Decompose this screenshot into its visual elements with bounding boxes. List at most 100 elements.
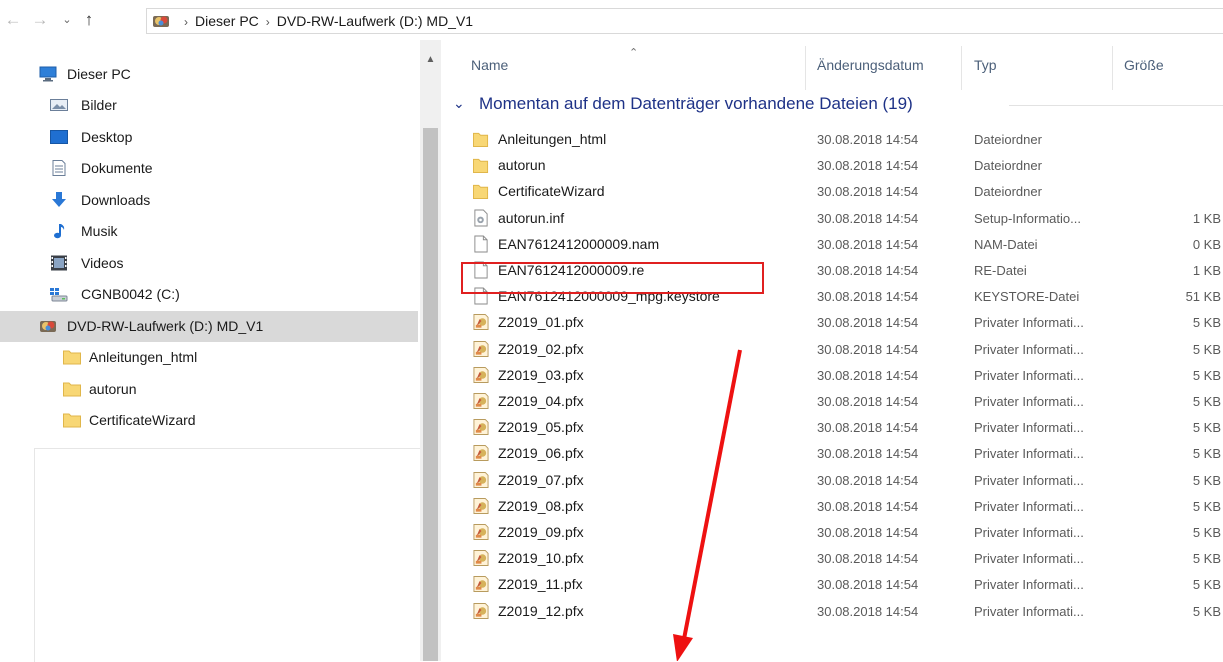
certificate-icon	[473, 314, 489, 331]
nav-item-documents[interactable]: Dokumente	[0, 153, 418, 184]
nav-item-anleitungen-html[interactable]: Anleitungen_html	[0, 342, 418, 373]
nav-item-dvd-drive[interactable]: DVD-RW-Laufwerk (D:) MD_V1	[0, 311, 418, 342]
file-row[interactable]: autorun 30.08.2018 14:54 Dateiordner	[471, 152, 1223, 178]
file-size: 5 KB	[1192, 498, 1221, 514]
nav-item-autorun[interactable]: autorun	[0, 374, 418, 405]
column-header-size[interactable]: Größe	[1113, 40, 1223, 90]
certificate-icon	[473, 471, 489, 488]
nav-item-label: Musik	[81, 223, 118, 239]
breadcrumb-separator: ›	[265, 15, 270, 29]
file-row[interactable]: Z2019_02.pfx 30.08.2018 14:54 Privater Inf…	[471, 336, 1223, 362]
file-name: Z2019_09.pfx	[498, 524, 584, 540]
certificate-icon	[473, 550, 489, 567]
file-type: Privater Informati...	[974, 603, 1084, 619]
file-type: RE-Datei	[974, 263, 1027, 278]
nav-item-music[interactable]: Musik	[0, 216, 418, 247]
file-date: 30.08.2018 14:54	[817, 603, 919, 619]
file-name: EAN7612412000009.nam	[498, 235, 660, 252]
file-date: 30.08.2018 14:54	[817, 158, 919, 174]
scroll-up-icon[interactable]: ▲	[420, 53, 441, 67]
file-row[interactable]: Z2019_05.pfx 30.08.2018 14:54 Privater Inf…	[471, 414, 1223, 440]
file-row[interactable]: Z2019_12.pfx 30.08.2018 14:54 Privater Inf…	[471, 598, 1223, 624]
breadcrumb[interactable]: › Dieser PC › DVD-RW-Laufwerk (D:) MD_V1	[146, 8, 1223, 34]
certificate-icon	[473, 419, 489, 436]
file-row[interactable]: CertificateWizard 30.08.2018 14:54 Dateior…	[471, 178, 1223, 204]
file-name: CertificateWizard	[498, 183, 605, 200]
arrow-left-icon: ←	[4, 10, 22, 29]
folder-icon	[63, 382, 81, 397]
file-row[interactable]: Z2019_04.pfx 30.08.2018 14:54 Privater Inf…	[471, 388, 1223, 414]
breadcrumb-item-this-pc[interactable]: Dieser PC	[195, 13, 259, 29]
file-size: 5 KB	[1192, 603, 1221, 619]
column-header-name[interactable]: ⌃ Name	[441, 40, 805, 90]
file-row[interactable]: Z2019_09.pfx 30.08.2018 14:54 Privater Inf…	[471, 519, 1223, 545]
file-size: 5 KB	[1192, 551, 1221, 567]
certificate-icon	[473, 524, 489, 540]
file-type: Privater Informati...	[974, 420, 1084, 436]
file-name: Z2019_07.pfx	[498, 471, 584, 488]
nav-item-this-pc[interactable]: Dieser PC	[0, 59, 418, 90]
file-name: Anleitungen_html	[498, 131, 607, 147]
nav-item-certificatewizard[interactable]: CertificateWizard	[0, 405, 418, 436]
file-row[interactable]: EAN7612412000009_mpg.keystore 30.08.2018 …	[471, 283, 1223, 309]
nav-scrollbar[interactable]: ▲	[420, 40, 441, 661]
folder-icon	[473, 159, 489, 174]
file-row[interactable]: Z2019_03.pfx 30.08.2018 14:54 Privater Inf…	[471, 362, 1223, 388]
file-name: autorun	[498, 157, 546, 174]
folder-icon	[473, 132, 489, 147]
nav-item-label: Dieser PC	[67, 66, 131, 82]
file-name: autorun.inf	[498, 209, 565, 226]
file-row[interactable]: Z2019_01.pfx 30.08.2018 14:54 Privater Inf…	[471, 309, 1223, 335]
file-type: Privater Informati...	[974, 394, 1084, 409]
file-date: 30.08.2018 14:54	[817, 210, 919, 226]
scroll-thumb[interactable]	[423, 128, 438, 661]
file-type: Privater Informati...	[974, 446, 1084, 462]
file-date: 30.08.2018 14:54	[817, 446, 919, 462]
file-row[interactable]: Z2019_06.pfx 30.08.2018 14:54 Privater Inf…	[471, 440, 1223, 466]
music-icon	[54, 224, 65, 239]
certificate-icon	[473, 393, 489, 409]
file-name: Z2019_11.pfx	[498, 576, 583, 593]
arrow-right-icon: →	[31, 10, 49, 29]
certificate-icon	[473, 340, 489, 357]
breadcrumb-separator: ›	[184, 15, 188, 29]
file-row[interactable]: EAN7612412000009.re 30.08.2018 14:54 RE-Da…	[471, 257, 1223, 283]
group-header[interactable]: ⌄ Momentan auf dem Datenträger vorhanden…	[453, 93, 1223, 117]
file-row[interactable]: Z2019_11.pfx 30.08.2018 14:54 Privater Inf…	[471, 571, 1223, 597]
certificate-icon	[473, 445, 489, 462]
file-row[interactable]: Z2019_08.pfx 30.08.2018 14:54 Privater Inf…	[471, 493, 1223, 519]
file-date: 30.08.2018 14:54	[817, 184, 919, 200]
back-button[interactable]: ←	[2, 8, 24, 32]
file-date: 30.08.2018 14:54	[817, 315, 919, 331]
recent-locations-button[interactable]: ⌄	[56, 8, 78, 32]
column-header-date[interactable]: Änderungsdatum	[806, 40, 961, 90]
file-row[interactable]: Anleitungen_html 30.08.2018 14:54 Dateiord…	[471, 126, 1223, 152]
file-row[interactable]: autorun.inf 30.08.2018 14:54 Setup-Informa…	[471, 205, 1223, 231]
file-name: Z2019_02.pfx	[498, 340, 584, 357]
nav-item-label: CGNB0042 (C:)	[81, 286, 180, 302]
file-type: NAM-Datei	[974, 236, 1038, 252]
file-date: 30.08.2018 14:54	[817, 472, 919, 488]
file-list: ⌃ Name Änderungsdatum Typ Größe ⌄ Moment…	[441, 40, 1223, 661]
address-bar: ← → ⌄ ↑ › Dieser PC › DVD-RW-Laufwerk (D:) …	[0, 0, 1223, 40]
nav-item-pictures[interactable]: Bilder	[0, 90, 418, 121]
breadcrumb-item-dvd-drive[interactable]: DVD-RW-Laufwerk (D:) MD_V1	[277, 13, 473, 29]
file-row[interactable]: Z2019_07.pfx 30.08.2018 14:54 Privater Inf…	[471, 467, 1223, 493]
column-header-type[interactable]: Typ	[962, 40, 1112, 90]
downloads-icon	[52, 192, 66, 207]
dvd-drive-icon	[40, 321, 56, 332]
nav-item-downloads[interactable]: Downloads	[0, 185, 418, 216]
file-row[interactable]: EAN7612412000009.nam 30.08.2018 14:54 NAM-…	[471, 231, 1223, 257]
column-header-label: Name	[471, 57, 509, 73]
file-row[interactable]: Z2019_10.pfx 30.08.2018 14:54 Privater Inf…	[471, 545, 1223, 571]
nav-item-local-disk-c[interactable]: CGNB0042 (C:)	[0, 279, 418, 310]
nav-item-videos[interactable]: Videos	[0, 248, 418, 279]
nav-item-desktop[interactable]: Desktop	[0, 122, 418, 153]
up-button[interactable]: ↑	[78, 8, 100, 32]
certificate-icon	[473, 576, 489, 593]
file-name: Z2019_12.pfx	[498, 602, 584, 619]
file-size: 5 KB	[1192, 525, 1221, 540]
nav-item-label: Desktop	[81, 129, 133, 145]
forward-button[interactable]: →	[29, 8, 51, 32]
file-type: Privater Informati...	[974, 341, 1084, 357]
